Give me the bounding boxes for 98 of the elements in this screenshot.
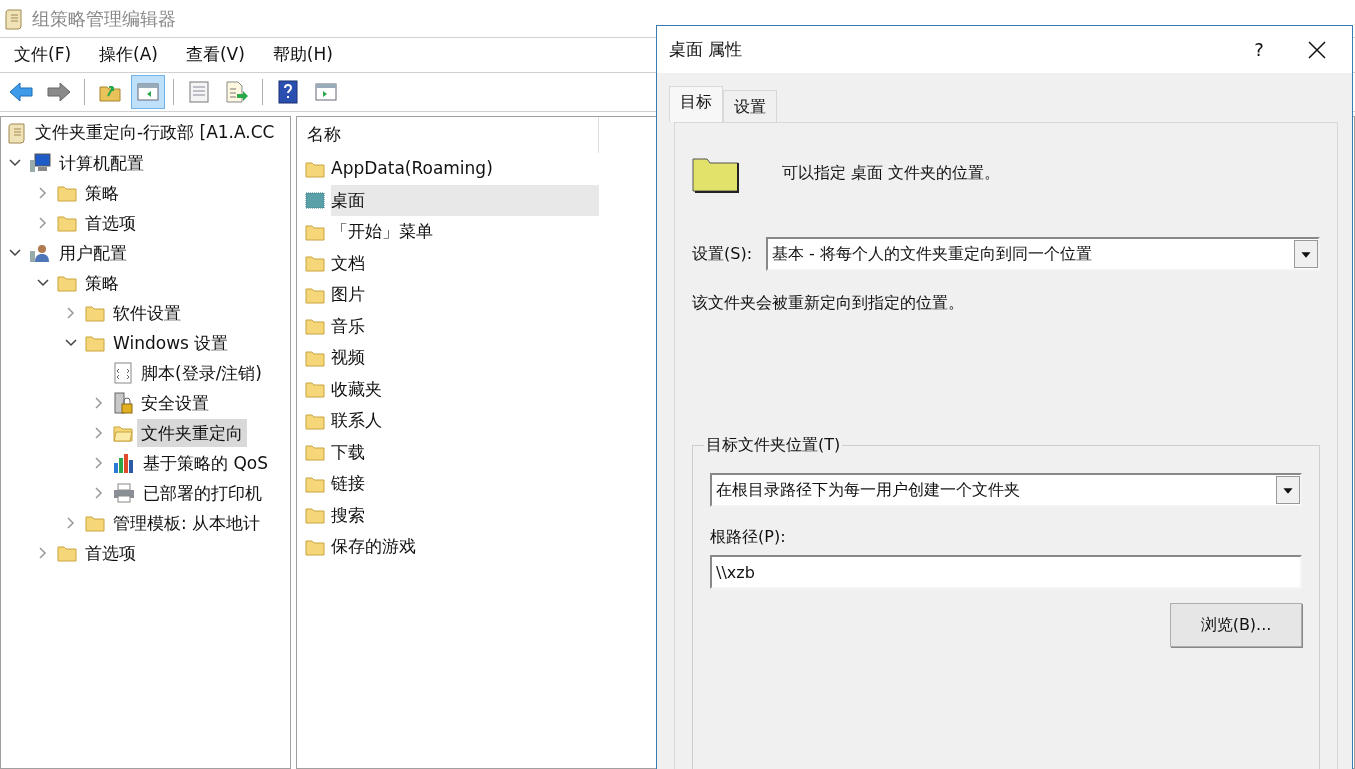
tree-item[interactable]: 基于策略的 QoS: [139, 449, 272, 477]
printer-icon: [113, 483, 135, 503]
folder-icon: [305, 380, 325, 399]
properties-icon: [188, 81, 210, 103]
chevron-down-icon[interactable]: [9, 159, 21, 167]
tree-item[interactable]: 脚本(登录/注销): [137, 359, 266, 387]
user-icon: [29, 243, 51, 263]
column-header[interactable]: 名称: [297, 122, 341, 148]
path-input[interactable]: \\xzb: [710, 555, 1302, 589]
open-folder-icon: [113, 424, 133, 442]
chevron-right-icon[interactable]: [95, 397, 103, 409]
pane-toggle-button[interactable]: [131, 75, 165, 109]
scroll-icon: [7, 122, 27, 144]
tree-item[interactable]: 已部署的打印机: [139, 479, 266, 507]
chevron-right-icon[interactable]: [39, 217, 47, 229]
folder-icon: [305, 317, 325, 336]
chevron-right-icon[interactable]: [95, 427, 103, 439]
chevron-down-icon[interactable]: [37, 279, 49, 287]
forward-arrow-icon: [47, 82, 71, 102]
setting-dropdown[interactable]: 基本 - 将每个人的文件夹重定向到同一个位置: [766, 237, 1320, 271]
close-icon: [1308, 40, 1326, 59]
location-dropdown[interactable]: 在根目录路径下为每一用户创建一个文件夹: [710, 473, 1302, 507]
list-item[interactable]: 桌面: [331, 184, 599, 216]
menu-item[interactable]: 帮助(H): [258, 38, 347, 72]
chevron-right-icon[interactable]: [95, 457, 103, 469]
note-text: 该文件夹会被重新定向到指定的位置。: [692, 292, 965, 314]
menu-item[interactable]: 查看(V): [171, 38, 259, 72]
folder-icon: [305, 443, 325, 462]
list-item[interactable]: 搜索: [331, 499, 599, 531]
list-item[interactable]: 图片: [331, 279, 599, 311]
menu-item[interactable]: 文件(F): [0, 38, 86, 72]
tree-item[interactable]: 计算机配置: [55, 149, 148, 177]
folder-icon: [57, 184, 77, 202]
folder-icon: [305, 537, 325, 556]
chevron-right-icon[interactable]: [67, 307, 75, 319]
list-item[interactable]: 联系人: [331, 405, 599, 437]
tree-item[interactable]: 策略: [81, 269, 123, 297]
tab[interactable]: 目标: [669, 86, 723, 122]
tree-item[interactable]: 策略: [81, 179, 123, 207]
tree-item[interactable]: 首选项: [81, 209, 140, 237]
bar-chart-icon: [113, 453, 135, 473]
chevron-right-icon[interactable]: [67, 517, 75, 529]
folder-icon: [305, 222, 325, 241]
list-item[interactable]: 「开始」菜单: [331, 216, 599, 248]
tree-item[interactable]: 安全设置: [137, 389, 213, 417]
scroll-icon: [4, 7, 24, 30]
folder-icon: [85, 334, 105, 352]
folder-icon: [305, 474, 325, 493]
computer-icon: [29, 153, 51, 173]
menu-item[interactable]: 操作(A): [85, 38, 172, 72]
chevron-down-icon[interactable]: [65, 339, 77, 347]
description-text: 可以指定 桌面 文件夹的位置。: [782, 162, 1001, 184]
folder-icon: [305, 159, 325, 178]
folder-icon: [57, 274, 77, 292]
list-item[interactable]: 音乐: [331, 310, 599, 342]
path-label: 根路径(P):: [710, 526, 787, 548]
help-button[interactable]: ?: [1236, 29, 1282, 70]
list-item[interactable]: 链接: [331, 468, 599, 500]
folder-icon: [85, 304, 105, 322]
export-list-icon: [225, 81, 249, 103]
chevron-right-icon[interactable]: [95, 487, 103, 499]
server-lock-icon: [113, 392, 133, 414]
group-title: 目标文件夹位置(T): [705, 434, 842, 456]
help-icon: [278, 80, 298, 104]
chevron-down-icon[interactable]: [9, 249, 21, 257]
desktop-folder-icon: [305, 191, 325, 210]
chevron-right-icon[interactable]: [39, 187, 47, 199]
script-icon: [113, 362, 133, 384]
dialog-title: 桌面 属性: [669, 37, 744, 61]
list-item[interactable]: 收藏夹: [331, 373, 599, 405]
tree-item[interactable]: 首选项: [81, 539, 140, 567]
folder-icon: [305, 506, 325, 525]
folder-icon: [57, 544, 77, 562]
folder-icon: [305, 411, 325, 430]
folder-icon: [57, 214, 77, 232]
folder-icon: [305, 348, 325, 367]
folder-icon: [85, 514, 105, 532]
setting-label: 设置(S):: [692, 243, 753, 265]
list-item[interactable]: 视频: [331, 342, 599, 374]
tree-item[interactable]: 文件夹重定向: [137, 419, 247, 447]
list-item[interactable]: 文档: [331, 247, 599, 279]
folder-icon: [305, 285, 325, 304]
tree-item[interactable]: 管理模板: 从本地计: [109, 509, 265, 537]
tree-item[interactable]: Windows 设置: [109, 329, 233, 357]
browse-button[interactable]: 浏览(B)...: [1170, 603, 1302, 647]
tree-item[interactable]: 软件设置: [109, 299, 185, 327]
tree-item[interactable]: 用户配置: [55, 239, 131, 267]
list-item[interactable]: AppData(Roaming): [331, 153, 599, 185]
pane-play-icon: [315, 82, 337, 102]
list-item[interactable]: 保存的游戏: [331, 531, 599, 563]
back-arrow-icon: [9, 82, 33, 102]
window-title: 组策略管理编辑器: [32, 7, 176, 31]
pane-icon: [137, 82, 159, 102]
folder-icon: [305, 254, 325, 273]
tab[interactable]: 设置: [723, 90, 777, 122]
tree-root[interactable]: 文件夹重定向-行政部 [A1.A.CC: [35, 120, 275, 146]
list-item[interactable]: 下载: [331, 436, 599, 468]
chevron-right-icon[interactable]: [39, 547, 47, 559]
